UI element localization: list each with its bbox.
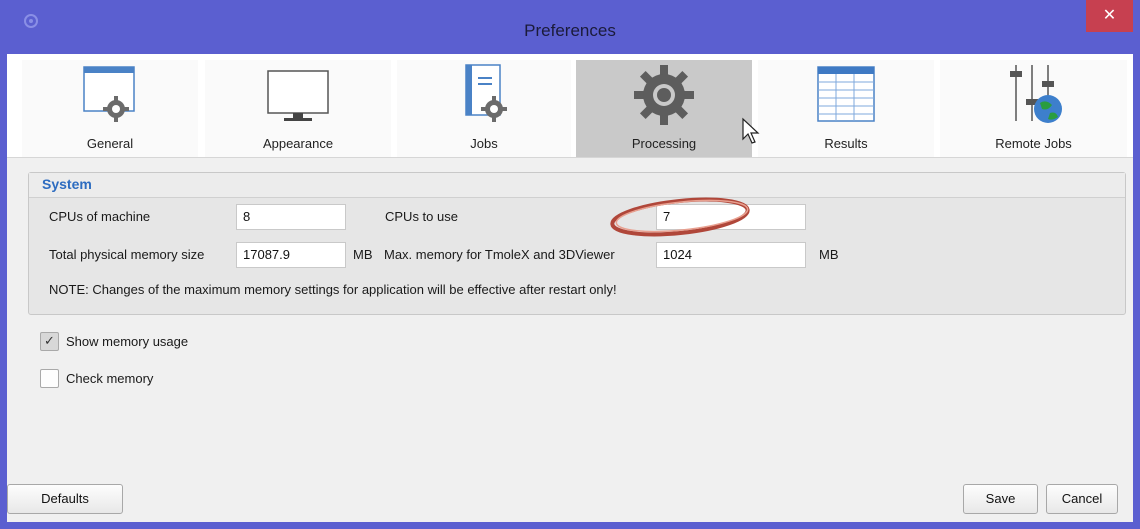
tab-appearance-label: Appearance [262,136,334,151]
tab-appearance[interactable]: Appearance [205,60,391,157]
system-group-header: System [29,173,1125,198]
mouse-cursor-icon [742,117,760,144]
title-bar[interactable]: Preferences ✕ [0,0,1140,54]
close-button[interactable]: ✕ [1086,0,1133,32]
system-group: System CPUs of machine 8 CPUs to use 7 T… [28,172,1126,315]
cpus-machine-label: CPUs of machine [49,209,151,224]
dialog-body: General Appearance Jobs Processing Resul… [7,54,1133,522]
globe-sliders-icon [1009,65,1062,123]
tab-processing-label: Processing [631,136,697,151]
total-memory-unit: MB [353,247,373,262]
restart-note: NOTE: Changes of the maximum memory sett… [49,282,617,297]
window-gear-icon [83,66,135,122]
max-memory-field[interactable]: 1024 [656,242,806,268]
cancel-button[interactable]: Cancel [1046,484,1118,514]
gear-icon [634,65,694,125]
tab-jobs[interactable]: Jobs [397,60,571,157]
window-title: Preferences [524,21,616,40]
check-memory-option[interactable]: Check memory [40,369,153,388]
tab-remote-jobs[interactable]: Remote Jobs [940,60,1127,157]
save-button[interactable]: Save [963,484,1038,514]
close-icon: ✕ [1102,5,1117,24]
tab-general[interactable]: General [22,60,198,157]
show-memory-checkbox[interactable]: ✓ [40,332,59,351]
tab-general-label: General [86,136,134,151]
check-memory-checkbox[interactable] [40,369,59,388]
checkmark-icon: ✓ [44,334,55,349]
monitor-icon [267,70,329,121]
total-memory-label: Total physical memory size [49,247,205,262]
show-memory-option[interactable]: ✓ Show memory usage [40,332,188,351]
max-memory-unit: MB [819,247,839,262]
defaults-button[interactable]: Defaults [7,484,123,514]
tab-results-label: Results [824,136,868,151]
preferences-tab-bar: General Appearance Jobs Processing Resul… [7,54,1133,158]
notebook-gear-icon [465,64,507,122]
cpus-use-label: CPUs to use [385,209,458,224]
cpus-use-field[interactable]: 7 [656,204,806,230]
tab-remote-jobs-label: Remote Jobs [995,136,1072,151]
cpus-machine-field[interactable]: 8 [236,204,346,230]
system-group-title: System [42,176,92,192]
show-memory-label: Show memory usage [66,334,189,349]
tab-results[interactable]: Results [758,60,934,157]
preferences-window: Preferences ✕ General Appearance Jobs Pr… [0,0,1140,529]
tab-jobs-label: Jobs [470,136,498,151]
max-memory-label: Max. memory for TmoleX and 3DViewer [384,247,615,262]
check-memory-label: Check memory [66,371,154,386]
total-memory-field[interactable]: 17087.9 [236,242,346,268]
tab-processing[interactable]: Processing [576,60,752,157]
table-icon [817,66,875,122]
